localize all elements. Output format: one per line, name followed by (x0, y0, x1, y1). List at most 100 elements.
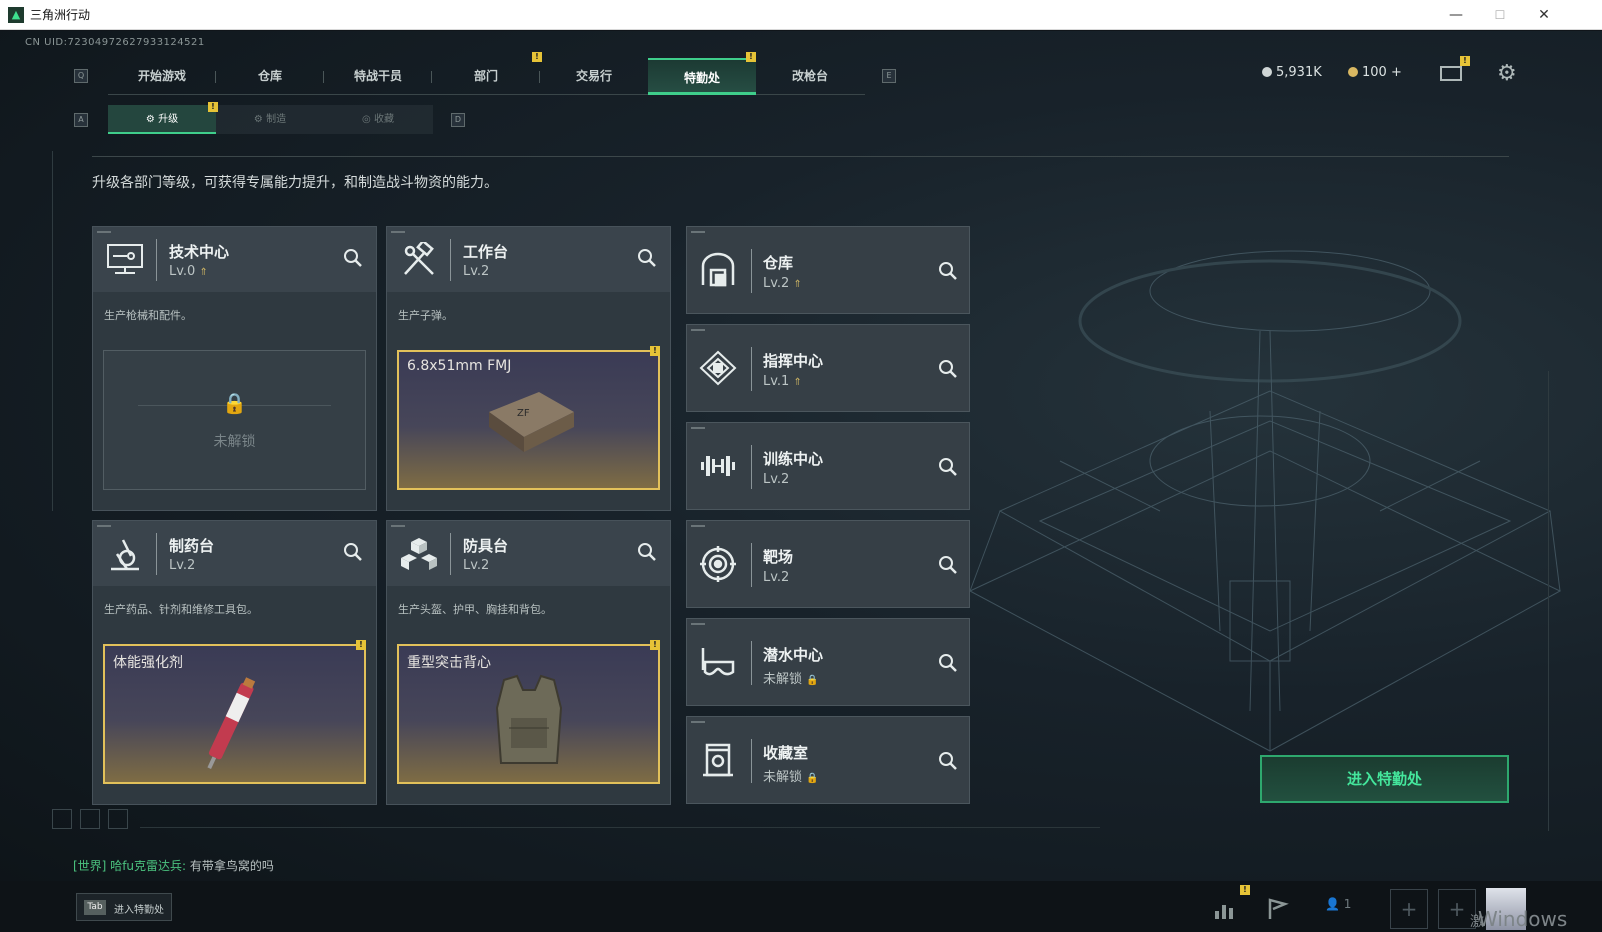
subtab-craft[interactable]: ⚙ 制造 (216, 105, 324, 134)
search-icon[interactable] (937, 554, 959, 576)
notification-badge: ! (650, 640, 660, 650)
currency-gold[interactable]: 100 + (1348, 65, 1402, 80)
craft-slot[interactable]: 体能强化剂 ! (103, 640, 366, 784)
facility-name: 训练中心 (763, 450, 824, 468)
enter-special-ops-button[interactable]: 进入特勤处 (1260, 755, 1509, 803)
close-button[interactable]: ✕ (1522, 0, 1566, 30)
upgrade-arrow-icon: ⇑ (199, 267, 208, 278)
map-thumb-icon[interactable] (108, 809, 128, 829)
notification-badge: ! (1460, 56, 1470, 66)
search-icon[interactable] (342, 247, 364, 269)
tab-enter-shortcut-button[interactable]: Tab 进入特勤处 (76, 893, 172, 921)
microscope-icon (111, 539, 139, 571)
subtab-label: 制造 (266, 114, 287, 125)
craft-slot[interactable]: 6.8x51mm FMJ ! ZF (397, 346, 660, 490)
nav-left-key[interactable]: Q (74, 69, 88, 83)
tab-operators[interactable]: 特战干员 (324, 58, 432, 95)
facility-row-training-center[interactable]: 训练中心 Lv.2 (686, 422, 970, 510)
tab-label: 特战干员 (353, 69, 402, 83)
map-thumb-icon[interactable] (52, 809, 72, 829)
person-icon: 👤 (1325, 897, 1340, 911)
card-level: Lv.2 (463, 558, 490, 573)
card-corner-mark (691, 427, 705, 429)
tab-start-game[interactable]: 开始游戏 (108, 58, 216, 95)
ammo-box-icon: ZF (489, 392, 574, 452)
card-corner-mark (391, 525, 405, 527)
facility-name: 收藏室 (763, 744, 809, 762)
add-teammate-button[interactable]: + (1390, 889, 1428, 929)
map-thumb-icon[interactable] (80, 809, 100, 829)
subnav-left-key[interactable]: A (74, 113, 88, 127)
dumbbell-icon (701, 456, 735, 476)
gear-icon[interactable]: ⚙ (1497, 61, 1517, 86)
minimize-button[interactable]: — (1434, 0, 1478, 30)
facility-name: 指挥中心 (763, 352, 824, 370)
level-text: Lv.0 (169, 264, 196, 279)
row-divider (751, 739, 752, 783)
subnav-right-key[interactable]: D (451, 113, 465, 127)
craft-slot[interactable]: 重型突击背心 ! (397, 640, 660, 784)
svg-text:ZF: ZF (517, 408, 530, 419)
subtab-label: 升级 (158, 114, 179, 125)
tab-shortcut-label: 进入特勤处 (114, 905, 164, 916)
subtab-collection[interactable]: ◎ 收藏 (324, 105, 432, 134)
card-title: 技术中心 (169, 243, 230, 261)
tab-gunsmith[interactable]: 改枪台 (756, 58, 864, 95)
facility-card-workbench[interactable]: 工作台 Lv.2 生产子弹。 6.8x51mm FMJ ! ZF (386, 226, 671, 511)
facility-row-warehouse[interactable]: 仓库 Lv.2 ⇑ (686, 226, 970, 314)
notification-badge: ! (356, 640, 366, 650)
facility-row-command-center[interactable]: 指挥中心 Lv.1 ⇑ (686, 324, 970, 412)
mail-icon[interactable]: ! (1440, 56, 1470, 81)
card-description: 生产头盔、护甲、胸挂和背包。 (398, 603, 552, 616)
tab-special-ops[interactable]: 特勤处! (648, 52, 756, 95)
notification-badge: ! (746, 52, 756, 62)
search-icon[interactable] (636, 247, 658, 269)
search-icon[interactable] (937, 456, 959, 478)
tab-trading[interactable]: 交易行 (540, 58, 648, 95)
card-corner-mark (691, 525, 705, 527)
player-uid: CN UID:72304972627933124521 (25, 37, 205, 48)
facility-level: Lv.2 (763, 472, 790, 487)
tab-label: 改枪台 (791, 69, 828, 83)
card-title: 工作台 (463, 243, 509, 261)
flag-icon[interactable] (1265, 897, 1291, 921)
frame-line (1548, 371, 1549, 831)
search-icon[interactable] (937, 652, 959, 674)
facility-card-pharmacy[interactable]: 制药台 Lv.2 生产药品、针剂和维修工具包。 体能强化剂 ! (92, 520, 377, 805)
maximize-button[interactable]: ☐ (1478, 0, 1522, 30)
command-icon (699, 350, 737, 386)
facility-row-collection-room[interactable]: 收藏室 未解锁 🔒 (686, 716, 970, 804)
lock-icon: 🔒 (222, 391, 247, 415)
facility-card-armor-bench[interactable]: 防具台 Lv.2 生产头盔、护甲、胸挂和背包。 重型突击背心 ! (386, 520, 671, 805)
chat-message[interactable]: [世界] 哈fu克雷达兵: 有带拿鸟窝的吗 (73, 857, 274, 874)
app-logo-icon: ▲ (8, 7, 24, 23)
card-corner-mark (691, 329, 705, 331)
window-title: 三角洲行动 (30, 8, 91, 22)
locked-label: 未解锁 (213, 434, 256, 450)
team-count[interactable]: 👤 1 (1325, 897, 1351, 911)
row-divider (751, 641, 752, 685)
tab-department[interactable]: 部门! (432, 52, 542, 95)
row-divider (751, 445, 752, 489)
tab-label: 部门 (473, 69, 498, 83)
search-icon[interactable] (636, 541, 658, 563)
search-icon[interactable] (937, 750, 959, 772)
search-icon[interactable] (937, 260, 959, 282)
facility-card-tech-center[interactable]: 技术中心 Lv.0 ⇑ 生产枪械和配件。 🔒 未解锁 (92, 226, 377, 511)
chat-channel: [世界] (73, 859, 107, 873)
subtab-upgrade[interactable]: ⚙ 升级! (108, 102, 218, 134)
search-icon[interactable] (342, 541, 364, 563)
card-title: 防具台 (463, 537, 509, 555)
facility-row-shooting-range[interactable]: 靶场 Lv.2 (686, 520, 970, 608)
card-title: 制药台 (169, 537, 215, 555)
card-corner-mark (97, 525, 111, 527)
silver-coin-icon (1262, 67, 1272, 77)
tab-label: 交易行 (575, 69, 612, 83)
facility-row-diving-center[interactable]: 潜水中心 未解锁 🔒 (686, 618, 970, 706)
nav-right-key[interactable]: E (882, 69, 896, 83)
stats-chart-icon[interactable] (1212, 897, 1238, 921)
upgrade-arrow-icon: ⇑ (793, 377, 802, 388)
card-corner-mark (97, 231, 111, 233)
tab-warehouse[interactable]: 仓库 (216, 58, 324, 95)
search-icon[interactable] (937, 358, 959, 380)
